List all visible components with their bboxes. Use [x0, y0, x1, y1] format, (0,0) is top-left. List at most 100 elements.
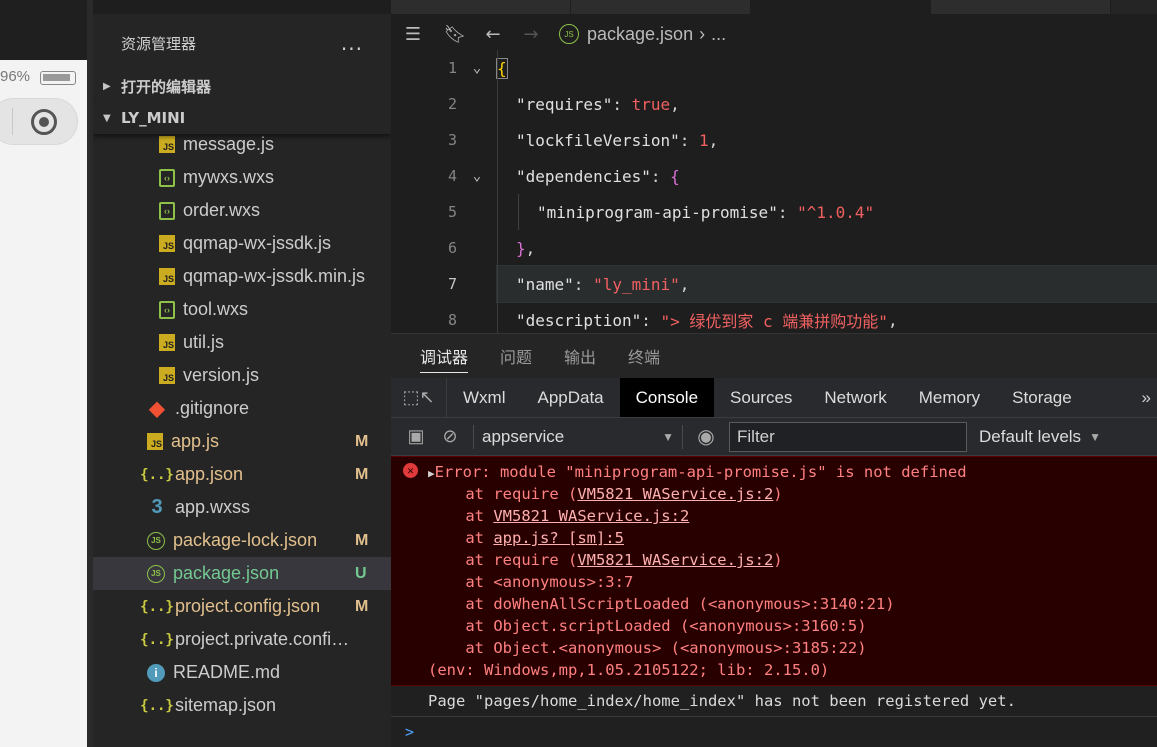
- file-item[interactable]: ‹› tool.wxs: [93, 293, 391, 326]
- project-section[interactable]: ▼ LY_MINI: [93, 102, 391, 134]
- file-name: project.private.config.js...: [175, 629, 355, 649]
- file-item[interactable]: i README.md: [93, 656, 391, 689]
- code-line-current: 7 "name": "ly_mini",: [391, 265, 1157, 303]
- console-toolbar: ▣ ⊘ appservice ▼ ◉ Filter Default levels…: [391, 418, 1157, 456]
- context-value: appservice: [482, 426, 565, 446]
- simulator-toolbar: [0, 0, 87, 60]
- breadcrumb[interactable]: JS package.json › ...: [559, 24, 726, 45]
- breadcrumb-file[interactable]: package.json: [587, 24, 693, 45]
- json-braces-icon: {..}: [140, 697, 174, 714]
- file-name: order.wxs: [183, 200, 261, 220]
- json-braces-icon: {..}: [140, 466, 174, 483]
- node-js-icon: JS: [147, 564, 165, 583]
- capsule-close-icon[interactable]: [31, 109, 57, 135]
- file-item[interactable]: {..} sitemap.json: [93, 689, 391, 722]
- more-tabs-icon[interactable]: »: [1136, 378, 1157, 417]
- source-link[interactable]: VM5821 WAService.js:2: [493, 507, 689, 525]
- code-area[interactable]: 1 ⌄ { 2 "requires": true, 3 "lockfileVer…: [391, 50, 1157, 333]
- devtools-tab[interactable]: Console: [619, 378, 715, 417]
- fold-chevron-icon[interactable]: ⌄: [457, 60, 497, 76]
- line-number: 7: [447, 275, 457, 293]
- wxs-file-icon: ‹›: [159, 168, 175, 187]
- panel-tab[interactable]: 调试器: [420, 334, 469, 379]
- js-file-icon: JS: [159, 367, 175, 384]
- chevron-right-icon: ▶: [103, 80, 111, 92]
- back-arrow-icon[interactable]: ←: [479, 20, 507, 48]
- simulator-panel: 96%: [0, 0, 87, 747]
- json-key: "requires": [516, 94, 613, 114]
- file-item[interactable]: JS qqmap-wx-jssdk.js: [93, 227, 391, 260]
- forward-arrow-icon[interactable]: →: [517, 20, 545, 48]
- explorer-title: 资源管理器: [121, 34, 197, 53]
- list-icon[interactable]: ☰: [399, 20, 427, 48]
- expand-triangle-icon[interactable]: ▶: [428, 467, 435, 480]
- devtools-tab[interactable]: Memory: [903, 378, 996, 417]
- open-editors-section[interactable]: ▶ 打开的编辑器: [93, 70, 391, 102]
- file-item[interactable]: JS version.js: [93, 359, 391, 392]
- file-item[interactable]: JS app.js M: [93, 425, 391, 458]
- file-item[interactable]: {..} project.private.config.js...: [93, 623, 391, 656]
- git-status-badge: M: [355, 465, 369, 483]
- json-key: "description": [516, 310, 642, 330]
- file-item[interactable]: JS qqmap-wx-jssdk.min.js: [93, 260, 391, 293]
- battery-percent: 96%: [0, 68, 31, 85]
- file-item[interactable]: {..} app.json M: [93, 458, 391, 491]
- file-item[interactable]: {..} project.config.json M: [93, 590, 391, 623]
- tab-app-js[interactable]: [391, 0, 571, 14]
- git-status-badge: M: [355, 597, 369, 615]
- info-icon: i: [147, 663, 165, 682]
- panel-tab[interactable]: 输出: [564, 334, 596, 379]
- file-item[interactable]: JS package-lock.json M: [93, 524, 391, 557]
- file-item[interactable]: JS util.js: [93, 326, 391, 359]
- source-link[interactable]: VM5821 WAService.js:2: [577, 485, 773, 503]
- devtools-tab[interactable]: AppData: [521, 378, 619, 417]
- bookmark-icon[interactable]: 🔖︎: [441, 20, 469, 48]
- stack-frame: at require (VM5821 WAService.js:2): [428, 551, 783, 569]
- sidebar-toggle-icon[interactable]: ▣: [399, 426, 433, 447]
- file-item[interactable]: ‹› order.wxs: [93, 194, 391, 227]
- git-status-badge: M: [355, 432, 369, 450]
- levels-select[interactable]: Default levels ▼: [979, 427, 1101, 447]
- devtools-tab[interactable]: Sources: [714, 378, 808, 417]
- git-icon: ◆: [149, 398, 165, 420]
- filter-input[interactable]: Filter: [729, 421, 967, 452]
- dropdown-arrow-icon: ▼: [1089, 429, 1101, 444]
- error-message[interactable]: ✕ ▶Error: module "miniprogram-api-promis…: [391, 456, 1157, 686]
- context-select[interactable]: appservice ▼: [473, 424, 683, 449]
- error-env: (env: Windows,mp,1.05.2105122; lib: 2.15…: [428, 661, 830, 679]
- file-item[interactable]: 3 app.wxss: [93, 491, 391, 524]
- line-number: 5: [447, 203, 457, 221]
- panel-tab[interactable]: 问题: [500, 334, 532, 379]
- devtools-tab[interactable]: Wxml: [447, 378, 521, 417]
- tab-package-json[interactable]: [751, 0, 931, 14]
- devtools-tab[interactable]: Storage: [996, 378, 1088, 417]
- source-link[interactable]: VM5821 WAService.js:2: [577, 551, 773, 569]
- fold-chevron-icon[interactable]: ⌄: [457, 168, 497, 184]
- breadcrumb-more[interactable]: ...: [711, 24, 726, 45]
- console-prompt[interactable]: >: [391, 717, 1157, 747]
- line-number: 1: [447, 59, 457, 77]
- tab-my-util[interactable]: [931, 0, 1111, 14]
- stack-frame: at app.js? [sm]:5: [428, 529, 624, 547]
- devtools-tab[interactable]: Network: [808, 378, 902, 417]
- json-value: "^1.0.4": [797, 202, 875, 222]
- file-item[interactable]: JS package.json U: [93, 557, 391, 590]
- js-file-icon: JS: [147, 433, 163, 450]
- source-link[interactable]: app.js? [sm]:5: [493, 529, 624, 547]
- eye-icon[interactable]: ◉: [683, 424, 729, 449]
- file-item[interactable]: ‹› mywxs.wxs: [93, 161, 391, 194]
- json-key: "lockfileVersion": [516, 130, 680, 150]
- explorer-sidebar: 资源管理器 ... ▶ 打开的编辑器 ▼ LY_MINI JS message.j…: [93, 0, 391, 747]
- clear-console-icon[interactable]: ⊘: [433, 426, 467, 447]
- file-name: app.json: [175, 464, 244, 484]
- panel-tab[interactable]: 终端: [628, 334, 660, 379]
- tab-app-json[interactable]: [571, 0, 751, 14]
- error-header[interactable]: ▶Error: module "miniprogram-api-promise.…: [391, 461, 1157, 483]
- file-name: qqmap-wx-jssdk.min.js: [183, 266, 366, 286]
- console-output: ✕ ▶Error: module "miniprogram-api-promis…: [391, 456, 1157, 747]
- file-item[interactable]: ◆ .gitignore: [93, 392, 391, 425]
- inspect-element-icon[interactable]: ⬚︎↖: [391, 378, 447, 417]
- explorer-header: 资源管理器 ...: [93, 25, 391, 61]
- devtools-tabs: ⬚︎↖ Wxml AppData Console Sources Network Memo…: [391, 378, 1157, 418]
- more-actions-icon[interactable]: ...: [341, 31, 363, 55]
